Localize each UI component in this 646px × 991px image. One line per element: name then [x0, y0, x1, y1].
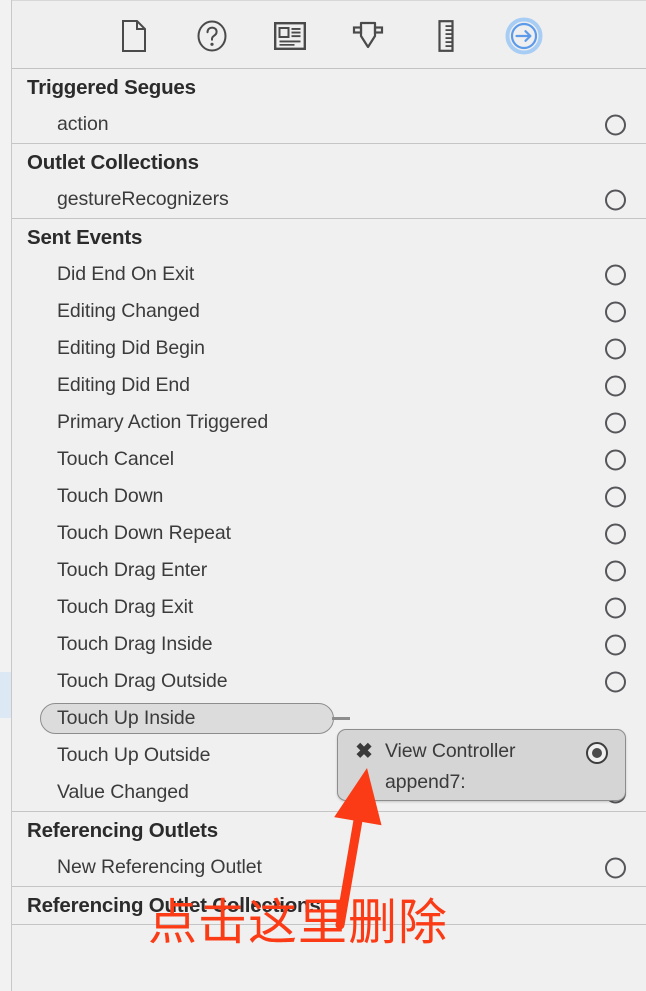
connection-row[interactable]: Primary Action Triggered — [12, 404, 646, 441]
attributes-inspector-icon[interactable] — [348, 16, 388, 56]
connection-row-label: gestureRecognizers — [57, 188, 229, 210]
connection-row-label: Touch Up Outside — [57, 744, 211, 766]
connection-row[interactable]: Touch Drag Outside — [12, 663, 646, 700]
inspector-toolbar — [12, 0, 646, 69]
connections-section: Referencing Outlets New Referencing Outle… — [12, 812, 646, 887]
connection-row-label: Touch Drag Inside — [57, 633, 213, 655]
connection-well[interactable] — [605, 189, 626, 210]
connection-row[interactable]: Editing Changed — [12, 293, 646, 330]
connection-well[interactable] — [605, 523, 626, 544]
connection-row[interactable]: Touch Down — [12, 478, 646, 515]
left-gutter — [0, 0, 12, 991]
connection-well-filled[interactable] — [586, 742, 608, 764]
delete-connection-icon[interactable]: ✖ — [354, 741, 374, 762]
connection-well[interactable] — [605, 264, 626, 285]
connection-well[interactable] — [605, 857, 626, 878]
connection-row[interactable]: Touch Drag Enter — [12, 552, 646, 589]
connection-row-label: Editing Did End — [57, 374, 190, 396]
size-inspector-icon[interactable] — [426, 16, 466, 56]
gutter-selection-highlight — [0, 672, 11, 718]
section-header: Referencing Outlets — [27, 819, 218, 842]
connection-well[interactable] — [605, 375, 626, 396]
file-inspector-icon[interactable] — [114, 16, 154, 56]
connection-row-label: Touch Drag Exit — [57, 596, 194, 618]
connection-row-label: action — [57, 113, 109, 135]
section-header: Referencing Outlet Collections — [27, 894, 321, 917]
connections-inspector-icon[interactable] — [504, 16, 544, 56]
connection-popup[interactable]: ✖ View Controller append7: — [337, 729, 626, 801]
connection-well[interactable] — [605, 449, 626, 470]
connection-row[interactable]: Touch Drag Inside — [12, 626, 646, 663]
connection-row[interactable]: action — [12, 106, 646, 143]
connection-row[interactable]: Editing Did Begin — [12, 330, 646, 367]
connection-row[interactable]: gestureRecognizers — [12, 181, 646, 218]
connection-row[interactable]: Touch Cancel — [12, 441, 646, 478]
connection-well[interactable] — [605, 338, 626, 359]
quick-help-inspector-icon[interactable] — [192, 16, 232, 56]
section-header: Outlet Collections — [27, 151, 199, 174]
connection-stem — [332, 717, 350, 720]
identity-inspector-icon[interactable] — [270, 16, 310, 56]
connection-well[interactable] — [605, 597, 626, 618]
connections-section: Referencing Outlet Collections — [12, 887, 646, 925]
connection-row-label: Touch Down Repeat — [57, 522, 231, 544]
connection-row[interactable]: Touch Down Repeat — [12, 515, 646, 552]
connection-row[interactable]: Did End On Exit — [12, 256, 646, 293]
connection-row-label: Touch Up Inside — [57, 707, 196, 729]
connection-row-label: Value Changed — [57, 781, 189, 803]
connection-row[interactable]: New Referencing Outlet — [12, 849, 646, 886]
connection-row-label: Primary Action Triggered — [57, 411, 269, 433]
connection-well[interactable] — [605, 114, 626, 135]
connection-well[interactable] — [605, 486, 626, 507]
connection-row-label: Editing Did Begin — [57, 337, 205, 359]
connection-row-label: Touch Drag Enter — [57, 559, 208, 581]
connection-row[interactable]: Touch Drag Exit — [12, 589, 646, 626]
connections-section: Sent Events Did End On Exit Editing Change… — [12, 219, 646, 812]
section-header: Triggered Segues — [27, 76, 196, 99]
connection-row-label: Did End On Exit — [57, 263, 195, 285]
popup-action-label: append7: — [385, 771, 466, 793]
connection-row[interactable]: Editing Did End — [12, 367, 646, 404]
connections-list[interactable]: Triggered Segues action Outlet Collections… — [12, 69, 646, 991]
connections-section: Outlet Collections gestureRecognizers — [12, 144, 646, 219]
connection-row-label: Touch Down — [57, 485, 164, 507]
connections-inspector-window: Triggered Segues action Outlet Collections… — [0, 0, 646, 991]
connection-row-label: Touch Drag Outside — [57, 670, 228, 692]
connection-well[interactable] — [605, 412, 626, 433]
connection-row-label: Editing Changed — [57, 300, 200, 322]
connections-section: Triggered Segues action — [12, 69, 646, 144]
connection-row-label: Touch Cancel — [57, 448, 174, 470]
section-header: Sent Events — [27, 226, 143, 249]
connection-well[interactable] — [605, 301, 626, 322]
connection-row-label: New Referencing Outlet — [57, 856, 262, 878]
connection-well[interactable] — [605, 634, 626, 655]
popup-target-label: View Controller — [385, 740, 516, 762]
connection-well[interactable] — [605, 560, 626, 581]
connection-well[interactable] — [605, 671, 626, 692]
